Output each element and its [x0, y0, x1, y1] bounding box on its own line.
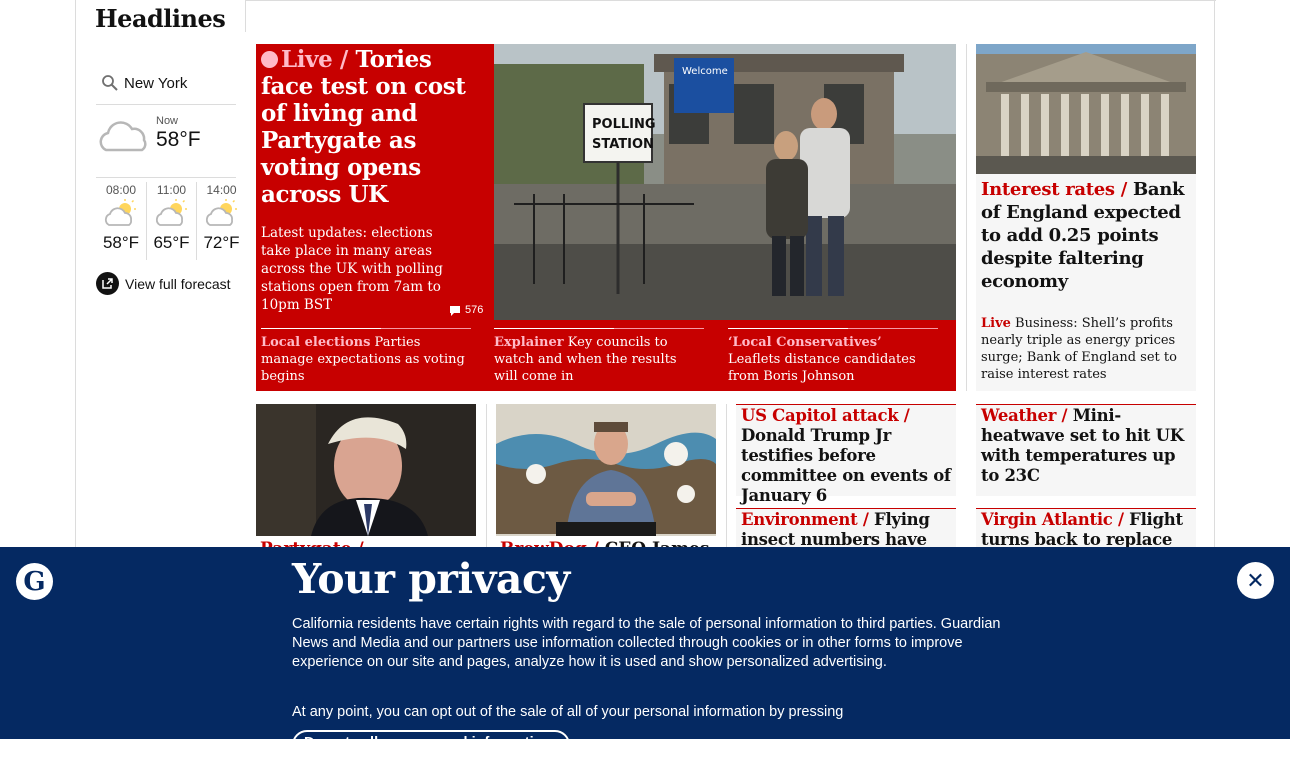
do-not-sell-button[interactable]: Do not sell my personal information: [292, 730, 570, 760]
boris-johnson-image[interactable]: [256, 404, 476, 536]
guardian-logo-icon: G: [16, 563, 53, 600]
comment-count-value: 576: [465, 304, 484, 316]
comment-count[interactable]: 576: [449, 304, 483, 316]
welcome-sign-text: Welcome: [682, 66, 728, 77]
section-title: Headlines: [95, 4, 226, 33]
weather-kicker: Weather /: [981, 406, 1068, 425]
sublink-explainer[interactable]: Explainer Key councils to watch and when…: [494, 328, 704, 385]
capitol-attack-text: Donald Trump Jr testifies before committ…: [741, 426, 951, 505]
interest-rates-kicker: Interest rates /: [981, 179, 1128, 200]
external-link-icon: [96, 272, 119, 295]
view-forecast-label: View full forecast: [125, 275, 231, 292]
environment-headline: Environment / Flying insect numbers have: [736, 509, 956, 548]
lead-headline-link[interactable]: Live / Tories face test on cost of livin…: [261, 46, 486, 208]
lead-kicker: Live /: [281, 46, 348, 73]
privacy-banner: G Your privacy California residents have…: [0, 547, 1290, 760]
view-forecast-link[interactable]: View full forecast: [96, 272, 231, 295]
divider: [246, 0, 1216, 1]
lead-standfirst: Latest updates: elections take place in …: [261, 225, 443, 313]
weather-hour: 11:00 65°F: [146, 182, 196, 260]
station-sign-text: STATION: [592, 137, 654, 152]
capitol-attack-kicker: US Capitol attack /: [741, 406, 910, 425]
virgin-atlantic-kicker: Virgin Atlantic /: [981, 510, 1124, 529]
interest-rates-card[interactable]: Interest rates / Bank of England expecte…: [976, 44, 1196, 391]
weather-card[interactable]: Weather / Mini-heatwave set to hit UK wi…: [976, 404, 1196, 496]
close-icon[interactable]: ✕: [1237, 562, 1274, 599]
capitol-attack-card[interactable]: US Capitol attack / Donald Trump Jr test…: [736, 404, 956, 505]
weather-hour-temp: 58°F: [102, 233, 140, 252]
environment-card[interactable]: Environment / Flying insect numbers have: [736, 508, 956, 548]
virgin-atlantic-headline: Virgin Atlantic / Flight turns back to r…: [976, 509, 1196, 548]
weather-location: New York: [124, 75, 188, 92]
polling-station-image: Welcome POLLING STATION: [494, 44, 956, 320]
weather-now-label: Now: [156, 115, 179, 127]
divider: [966, 44, 967, 391]
partly-sunny-icon: [104, 199, 136, 226]
polling-sign-text: POLLING: [592, 117, 656, 132]
weather-hour: 14:00 72°F: [196, 182, 246, 260]
weather-location-field[interactable]: New York: [96, 68, 236, 105]
weather-hourly: 08:00 58°F 11:00 65°F 14:00 72°F: [96, 182, 246, 260]
comment-icon: [450, 305, 460, 316]
weather-hour: 08:00 58°F: [96, 182, 146, 260]
business-live-link[interactable]: Live Business: Shell’s profits nearly tr…: [981, 315, 1181, 383]
weather-hour-time: 14:00: [206, 183, 237, 197]
weather-hour-time: 11:00: [156, 183, 187, 197]
sublink-kicker: Local elections: [261, 335, 371, 350]
weather-hour-temp: 72°F: [203, 233, 240, 252]
privacy-text-optout: At any point, you can opt out of the sal…: [292, 704, 844, 720]
cloud-icon: [99, 121, 147, 152]
live-dot-icon: [261, 51, 278, 68]
lead-story-card[interactable]: Welcome POLLING STATION Live / Tories fa…: [256, 44, 956, 391]
search-icon: [102, 75, 118, 91]
weather-hour-temp: 65°F: [153, 233, 190, 252]
brewdog-ceo-image[interactable]: [496, 404, 716, 536]
capitol-attack-headline: US Capitol attack / Donald Trump Jr test…: [736, 405, 956, 507]
environment-kicker: Environment /: [741, 510, 869, 529]
sublink-local-elections[interactable]: Local elections Parties manage expectati…: [261, 328, 471, 385]
sublink-kicker: Explainer: [494, 335, 564, 350]
partly-sunny-icon: [205, 199, 237, 226]
interest-rates-headline[interactable]: Interest rates / Bank of England expecte…: [981, 178, 1193, 293]
privacy-title: Your privacy: [292, 555, 570, 603]
divider: [245, 0, 246, 32]
divider: [486, 404, 487, 547]
weather-now-temp: 58°F: [156, 128, 201, 151]
weather-headline: Weather / Mini-heatwave set to hit UK wi…: [976, 405, 1196, 487]
weather-hour-time: 08:00: [105, 183, 137, 197]
sublink-local-conservatives[interactable]: ‘Local Conservatives’ Leaflets distance …: [728, 328, 938, 385]
partly-sunny-icon: [155, 199, 187, 226]
sublink-kicker: ‘Local Conservatives’: [728, 335, 882, 350]
virgin-atlantic-card[interactable]: Virgin Atlantic / Flight turns back to r…: [976, 508, 1196, 548]
divider: [726, 404, 727, 547]
privacy-text: California residents have certain rights…: [292, 616, 1001, 670]
live-label: Live: [981, 316, 1011, 331]
weather-now: Now 58°F: [96, 112, 236, 178]
sublink-text: Leaflets distance candidates from Boris …: [728, 352, 916, 384]
bank-of-england-image: [976, 44, 1196, 174]
business-live-text: Business: Shell’s profits nearly triple …: [981, 316, 1177, 382]
